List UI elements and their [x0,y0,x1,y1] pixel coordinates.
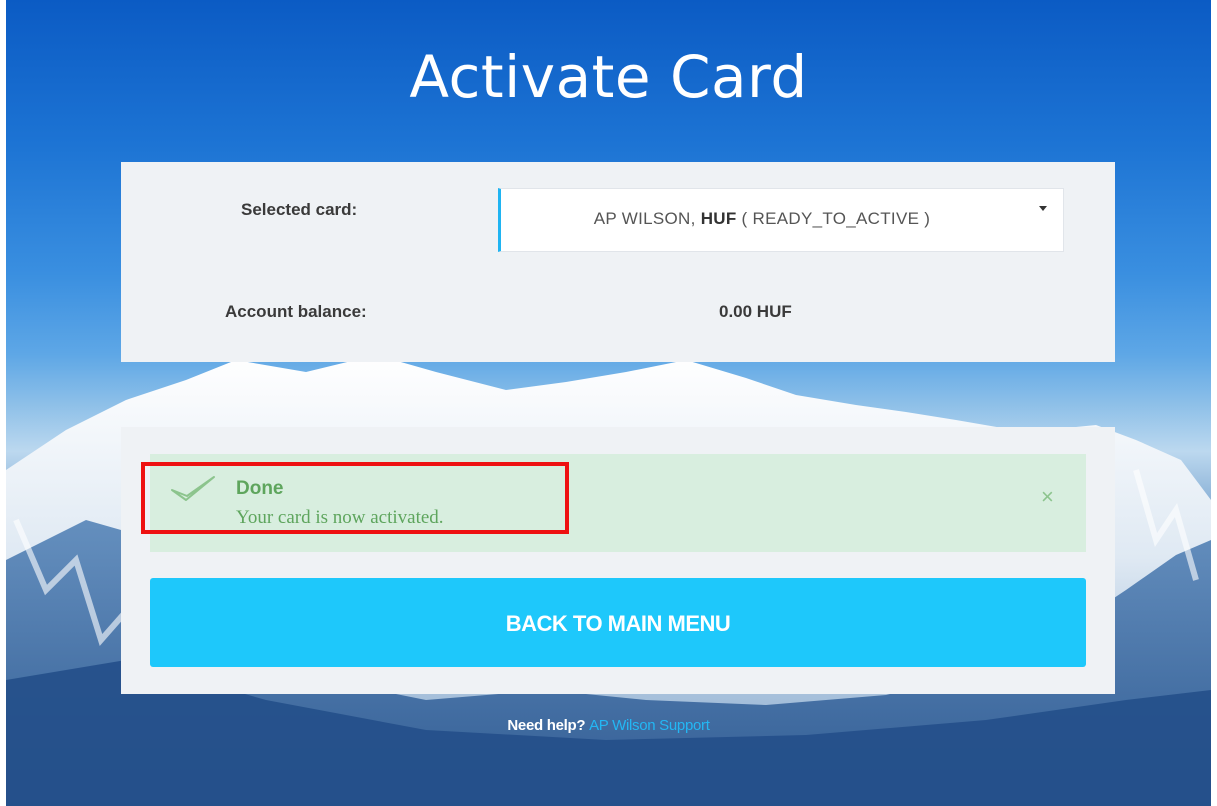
close-icon[interactable]: × [1041,484,1054,510]
card-currency: HUF [700,209,737,228]
chevron-down-icon[interactable] [1039,206,1047,211]
card-select-value: AP WILSON, HUF ( READY_TO_ACTIVE ) [501,209,1023,229]
account-balance-label: Account balance: [225,302,367,321]
selected-card-label: Selected card: [241,200,358,219]
page-title: Activate Card [409,42,808,111]
card-status: ( READY_TO_ACTIVE ) [736,209,931,228]
alert-title: Done [236,478,284,499]
checkmark-icon [171,476,215,501]
activation-result-panel: Done Your card is now activated. × BACK … [121,427,1115,694]
alert-message: Your card is now activated. [236,507,444,528]
card-details-panel: Selected card: AP WILSON, HUF ( READY_TO… [121,162,1115,362]
help-prefix: Need help? [507,717,590,734]
card-holder-name: AP WILSON, [593,209,701,228]
help-footer: Need help? AP Wilson Support [0,717,1217,734]
card-select-dropdown[interactable]: AP WILSON, HUF ( READY_TO_ACTIVE ) [498,188,1064,252]
account-balance-value: 0.00 HUF [719,302,792,321]
back-to-main-menu-button[interactable]: BACK TO MAIN MENU [150,578,1086,667]
support-link[interactable]: AP Wilson Support [589,717,710,734]
